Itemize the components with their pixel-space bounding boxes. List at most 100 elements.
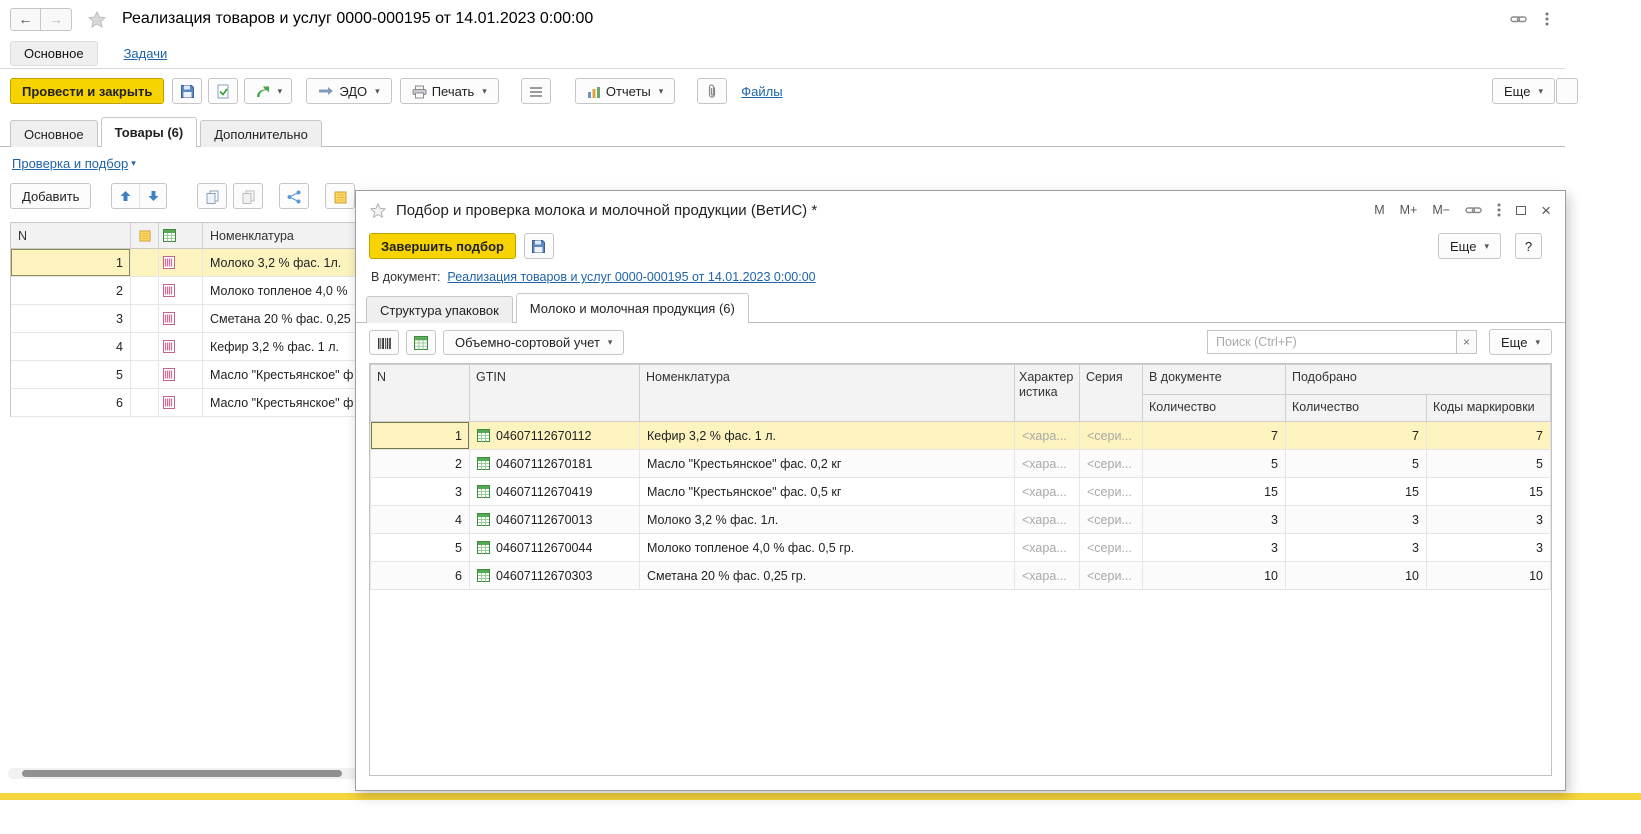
caret-down-icon: ▾ <box>608 338 613 347</box>
edo-button[interactable]: ЭДО ▾ <box>306 78 391 104</box>
copy-link-icon[interactable] <box>1510 10 1527 27</box>
marking-codes-cell: 10 <box>1427 562 1551 590</box>
green-grid-icon <box>477 569 490 582</box>
dialog-header: Подбор и проверка молока и молочной прод… <box>356 191 1565 229</box>
volume-sort-label: Объемно-сортовой учет <box>455 335 600 350</box>
create-based-on-button[interactable]: ▾ <box>244 78 292 104</box>
column-header-doc-icon[interactable] <box>131 223 159 248</box>
search-input[interactable] <box>1207 330 1457 354</box>
more-button[interactable]: Еще ▾ <box>1492 78 1555 104</box>
back-button[interactable]: ← <box>10 8 41 31</box>
scale-m-plus-button[interactable]: M+ <box>1400 203 1418 217</box>
move-up-button[interactable] <box>112 184 139 208</box>
row-number-cell: 6 <box>371 562 470 590</box>
add-row-button[interactable]: Добавить <box>10 183 91 209</box>
column-group-picked[interactable]: Подобрано <box>1286 365 1551 395</box>
check-and-select-link[interactable]: Проверка и подбор <box>12 156 128 171</box>
post-document-button[interactable] <box>208 78 238 104</box>
selection-table-row[interactable]: 304607112670419Масло "Крестьянское" фас.… <box>371 478 1551 506</box>
tab-main[interactable]: Основное <box>10 120 98 147</box>
favorite-star-icon[interactable] <box>370 202 386 218</box>
column-header-n[interactable]: N <box>11 223 131 248</box>
save-button[interactable] <box>172 78 202 104</box>
print-button[interactable]: Печать ▾ <box>400 78 499 104</box>
selection-table-row[interactable]: 104607112670112Кефир 3,2 % фас. 1 л.<хар… <box>371 422 1551 450</box>
column-header-characteristic[interactable]: Характеристика <box>1015 365 1080 422</box>
marked-product-icon <box>163 284 175 297</box>
grid-view-button[interactable] <box>406 330 436 355</box>
column-header-quantity-doc[interactable]: Количество <box>1143 395 1286 422</box>
attachment-button[interactable] <box>697 78 727 104</box>
paste-button[interactable] <box>233 183 263 209</box>
more-dots-icon[interactable] <box>1545 10 1549 27</box>
dialog-tabs: Структура упаковок Молоко и молочная про… <box>356 293 1565 323</box>
column-header-marking-codes[interactable]: Коды маркировки <box>1427 395 1551 422</box>
tab-goods[interactable]: Товары (6) <box>101 117 198 147</box>
nomenclature-cell: Молоко 3,2 % фас. 1л. <box>640 506 1015 534</box>
search-clear-button[interactable]: × <box>1457 330 1477 354</box>
move-down-button[interactable] <box>139 184 166 208</box>
row-number-cell: 1 <box>11 249 131 276</box>
clipped-toolbar-button[interactable] <box>1556 78 1578 104</box>
table-more-button[interactable]: Еще ▾ <box>1489 329 1552 355</box>
list-view-button[interactable] <box>521 78 551 104</box>
dialog-title: Подбор и проверка молока и молочной прод… <box>396 202 817 219</box>
selection-table-row[interactable]: 204607112670181Масло "Крестьянское" фас.… <box>371 450 1551 478</box>
barcode-scan-button[interactable] <box>369 330 399 355</box>
more-dots-icon[interactable] <box>1497 202 1501 219</box>
column-header-grid-icon[interactable] <box>159 223 203 248</box>
row-number-cell: 2 <box>371 450 470 478</box>
row-number-cell: 4 <box>371 506 470 534</box>
forward-button[interactable]: → <box>41 8 72 31</box>
selection-table-row[interactable]: 404607112670013Молоко 3,2 % фас. 1л.<хар… <box>371 506 1551 534</box>
files-link[interactable]: Файлы <box>741 84 782 99</box>
maximize-icon[interactable] <box>1516 206 1526 215</box>
finish-selection-button[interactable]: Завершить подбор <box>369 233 516 259</box>
scale-m-minus-button[interactable]: M− <box>1432 203 1450 217</box>
tab-packaging-structure[interactable]: Структура упаковок <box>366 296 513 323</box>
save-button[interactable] <box>524 233 554 259</box>
close-icon[interactable]: × <box>1541 202 1551 219</box>
column-header-quantity-picked[interactable]: Количество <box>1286 395 1427 422</box>
reports-button[interactable]: Отчеты ▾ <box>575 78 675 104</box>
volume-sort-accounting-button[interactable]: Объемно-сортовой учет ▾ <box>443 330 624 355</box>
column-header-n[interactable]: N <box>371 365 470 422</box>
selection-table-row[interactable]: 604607112670303Сметана 20 % фас. 0,25 гр… <box>371 562 1551 590</box>
column-header-nomenclature[interactable]: Номенклатура <box>640 365 1015 422</box>
selection-table: N GTIN Номенклатура Характеристика Серия… <box>370 364 1551 590</box>
tab-milk-products[interactable]: Молоко и молочная продукция (6) <box>516 293 749 323</box>
share-button[interactable] <box>279 183 309 209</box>
nav-tab-main[interactable]: Основное <box>10 41 98 66</box>
post-and-close-button[interactable]: Провести и закрыть <box>10 78 164 104</box>
dialog-more-button[interactable]: Еще ▾ <box>1438 233 1501 259</box>
selection-table-row[interactable]: 504607112670044Молоко топленое 4,0 % фас… <box>371 534 1551 562</box>
row-spacer-cell <box>131 333 159 360</box>
favorite-star-icon[interactable] <box>88 10 106 27</box>
post-document-icon <box>216 83 230 99</box>
copy-link-icon[interactable] <box>1465 202 1482 219</box>
reports-label: Отчеты <box>606 84 651 99</box>
reports-icon <box>587 83 601 98</box>
qty-picked-cell: 7 <box>1286 422 1427 450</box>
row-number-cell: 5 <box>371 534 470 562</box>
column-header-gtin[interactable]: GTIN <box>470 365 640 422</box>
more-label: Еще <box>1504 84 1530 99</box>
marked-product-icon-cell <box>159 305 203 332</box>
column-header-series[interactable]: Серия <box>1080 365 1143 422</box>
marked-product-icon <box>163 368 175 381</box>
document-link[interactable]: Реализация товаров и услуг 0000-000195 о… <box>447 270 815 284</box>
marked-product-icon <box>163 256 175 269</box>
help-button[interactable]: ? <box>1515 233 1542 259</box>
qty-picked-cell: 3 <box>1286 506 1427 534</box>
barcode-icon <box>377 334 392 349</box>
tab-additional[interactable]: Дополнительно <box>200 120 322 147</box>
nav-link-tasks[interactable]: Задачи <box>124 46 168 61</box>
row-number-cell: 5 <box>11 361 131 388</box>
column-group-in-document[interactable]: В документе <box>1143 365 1286 395</box>
marked-product-icon-cell <box>159 389 203 416</box>
marking-codes-cell: 15 <box>1427 478 1551 506</box>
scale-m-button[interactable]: M <box>1374 203 1384 217</box>
marked-goods-button[interactable] <box>325 183 355 209</box>
scrollbar-thumb[interactable] <box>22 770 342 777</box>
copy-button[interactable] <box>197 183 227 209</box>
